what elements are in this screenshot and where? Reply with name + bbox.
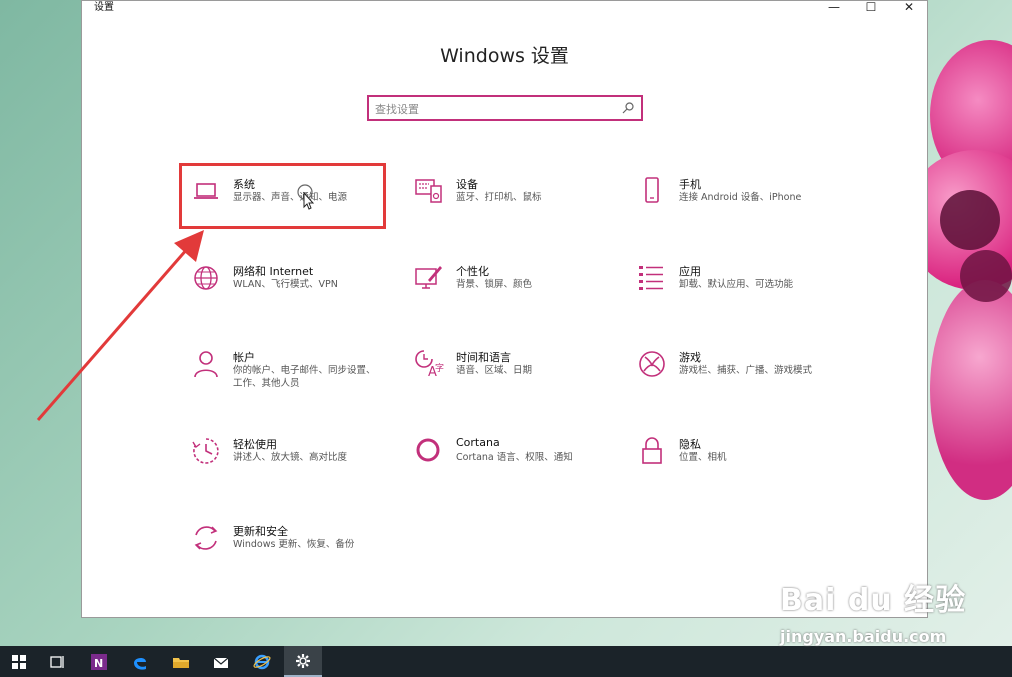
update-icon [191,523,221,553]
tile-name: 个性化 [456,265,489,278]
tile-name: 游戏 [679,351,701,364]
title-bar[interactable]: 设置 — ☐ ✕ [82,1,927,15]
tile-devices[interactable]: 设备 蓝牙、打印机、鼠标 [414,176,624,236]
desktop-flower-bud [960,250,1012,302]
minimize-button[interactable]: — [816,1,852,15]
xbox-icon [637,349,667,379]
tile-update-security[interactable]: 更新和安全 Windows 更新、恢复、备份 [191,523,401,583]
onenote-icon[interactable]: N [80,646,118,677]
tile-description: 语音、区域、日期 [456,365,533,376]
tile-name: 网络和 Internet [233,265,314,278]
watermark-logo: Bai du 经验 [780,583,967,618]
paint-icon [414,263,444,293]
highlight-box [179,163,386,229]
close-button[interactable]: ✕ [891,1,927,15]
tile-description: WLAN、飞行模式、VPN [233,279,338,290]
onenote-letter: N [94,657,103,670]
tile-name: Cortana [456,436,500,449]
tile-name: 帐户 [233,351,255,364]
tile-phone[interactable]: 手机 连接 Android 设备、iPhone [637,176,847,236]
tile-description: 卸载、默认应用、可选功能 [679,279,794,290]
tile-description: 蓝牙、打印机、鼠标 [456,192,542,203]
window-title: 设置 [94,2,114,13]
maximize-button[interactable]: ☐ [853,1,889,15]
tile-name: 设备 [456,178,478,191]
mail-icon[interactable] [202,646,240,677]
tile-description: 位置、相机 [679,452,727,463]
person-icon [191,349,221,379]
tile-description: Cortana 语言、权限、通知 [456,452,573,463]
tile-time-language[interactable]: A字 时间和语言 语音、区域、日期 [414,349,624,409]
phone-icon [637,176,667,206]
tile-description: 讲述人、放大镜、高对比度 [233,452,348,463]
desktop-flower-bud [940,190,1000,250]
tile-ease-of-access[interactable]: 轻松使用 讲述人、放大镜、高对比度 [191,436,401,496]
search-icon[interactable] [621,101,635,115]
mouse-cursor-icon [297,184,315,210]
tile-accounts[interactable]: 帐户 你的帐户、电子邮件、同步设置、工作、其他人员 [191,349,401,409]
tile-privacy[interactable]: 隐私 位置、相机 [637,436,847,496]
desktop-flower-petal [930,280,1012,500]
cortana-icon [414,436,444,466]
search-input[interactable] [373,99,617,119]
tile-name: 时间和语言 [456,351,511,364]
tile-name: 手机 [679,178,701,191]
task-view-icon[interactable] [38,646,76,677]
tile-description: Windows 更新、恢复、备份 [233,539,355,550]
tile-apps[interactable]: 应用 卸载、默认应用、可选功能 [637,263,847,323]
edge-icon[interactable] [121,646,159,677]
watermark-url: jingyan.baidu.com [780,627,947,646]
svg-text:字: 字 [435,362,444,374]
settings-gear-icon[interactable] [284,646,322,677]
tile-description: 连接 Android 设备、iPhone [679,192,802,203]
tile-description: 游戏栏、捕获、广播、游戏模式 [679,365,813,376]
ease-of-access-icon [191,436,221,466]
lock-icon [637,436,667,466]
search-box[interactable] [367,95,643,121]
tile-description: 背景、锁屏、颜色 [456,279,533,290]
tile-cortana[interactable]: Cortana Cortana 语言、权限、通知 [414,436,624,496]
tile-personalization[interactable]: 个性化 背景、锁屏、颜色 [414,263,624,323]
keyboard-icon [414,176,444,206]
tile-description: 你的帐户、电子邮件、同步设置、工作、其他人员 [233,365,376,389]
tile-name: 轻松使用 [233,438,277,451]
globe-icon [191,263,221,293]
internet-explorer-icon[interactable] [243,646,281,677]
windows-start-icon[interactable] [0,646,38,677]
tile-gaming[interactable]: 游戏 游戏栏、捕获、广播、游戏模式 [637,349,847,409]
file-explorer-icon[interactable] [162,646,200,677]
settings-window: 设置 — ☐ ✕ Windows 设置 系统 显示器、声音、通知、电源 设备 蓝… [81,0,928,618]
tile-name: 应用 [679,265,701,278]
apps-list-icon [637,263,667,293]
page-title: Windows 设置 [440,45,569,67]
tile-name: 隐私 [679,438,701,451]
tile-network[interactable]: 网络和 Internet WLAN、飞行模式、VPN [191,263,401,323]
time-language-icon: A字 [414,349,444,380]
baidu-watermark: Bai du 经验 jingyan.baidu.com [770,575,1010,655]
tile-name: 更新和安全 [233,525,288,538]
